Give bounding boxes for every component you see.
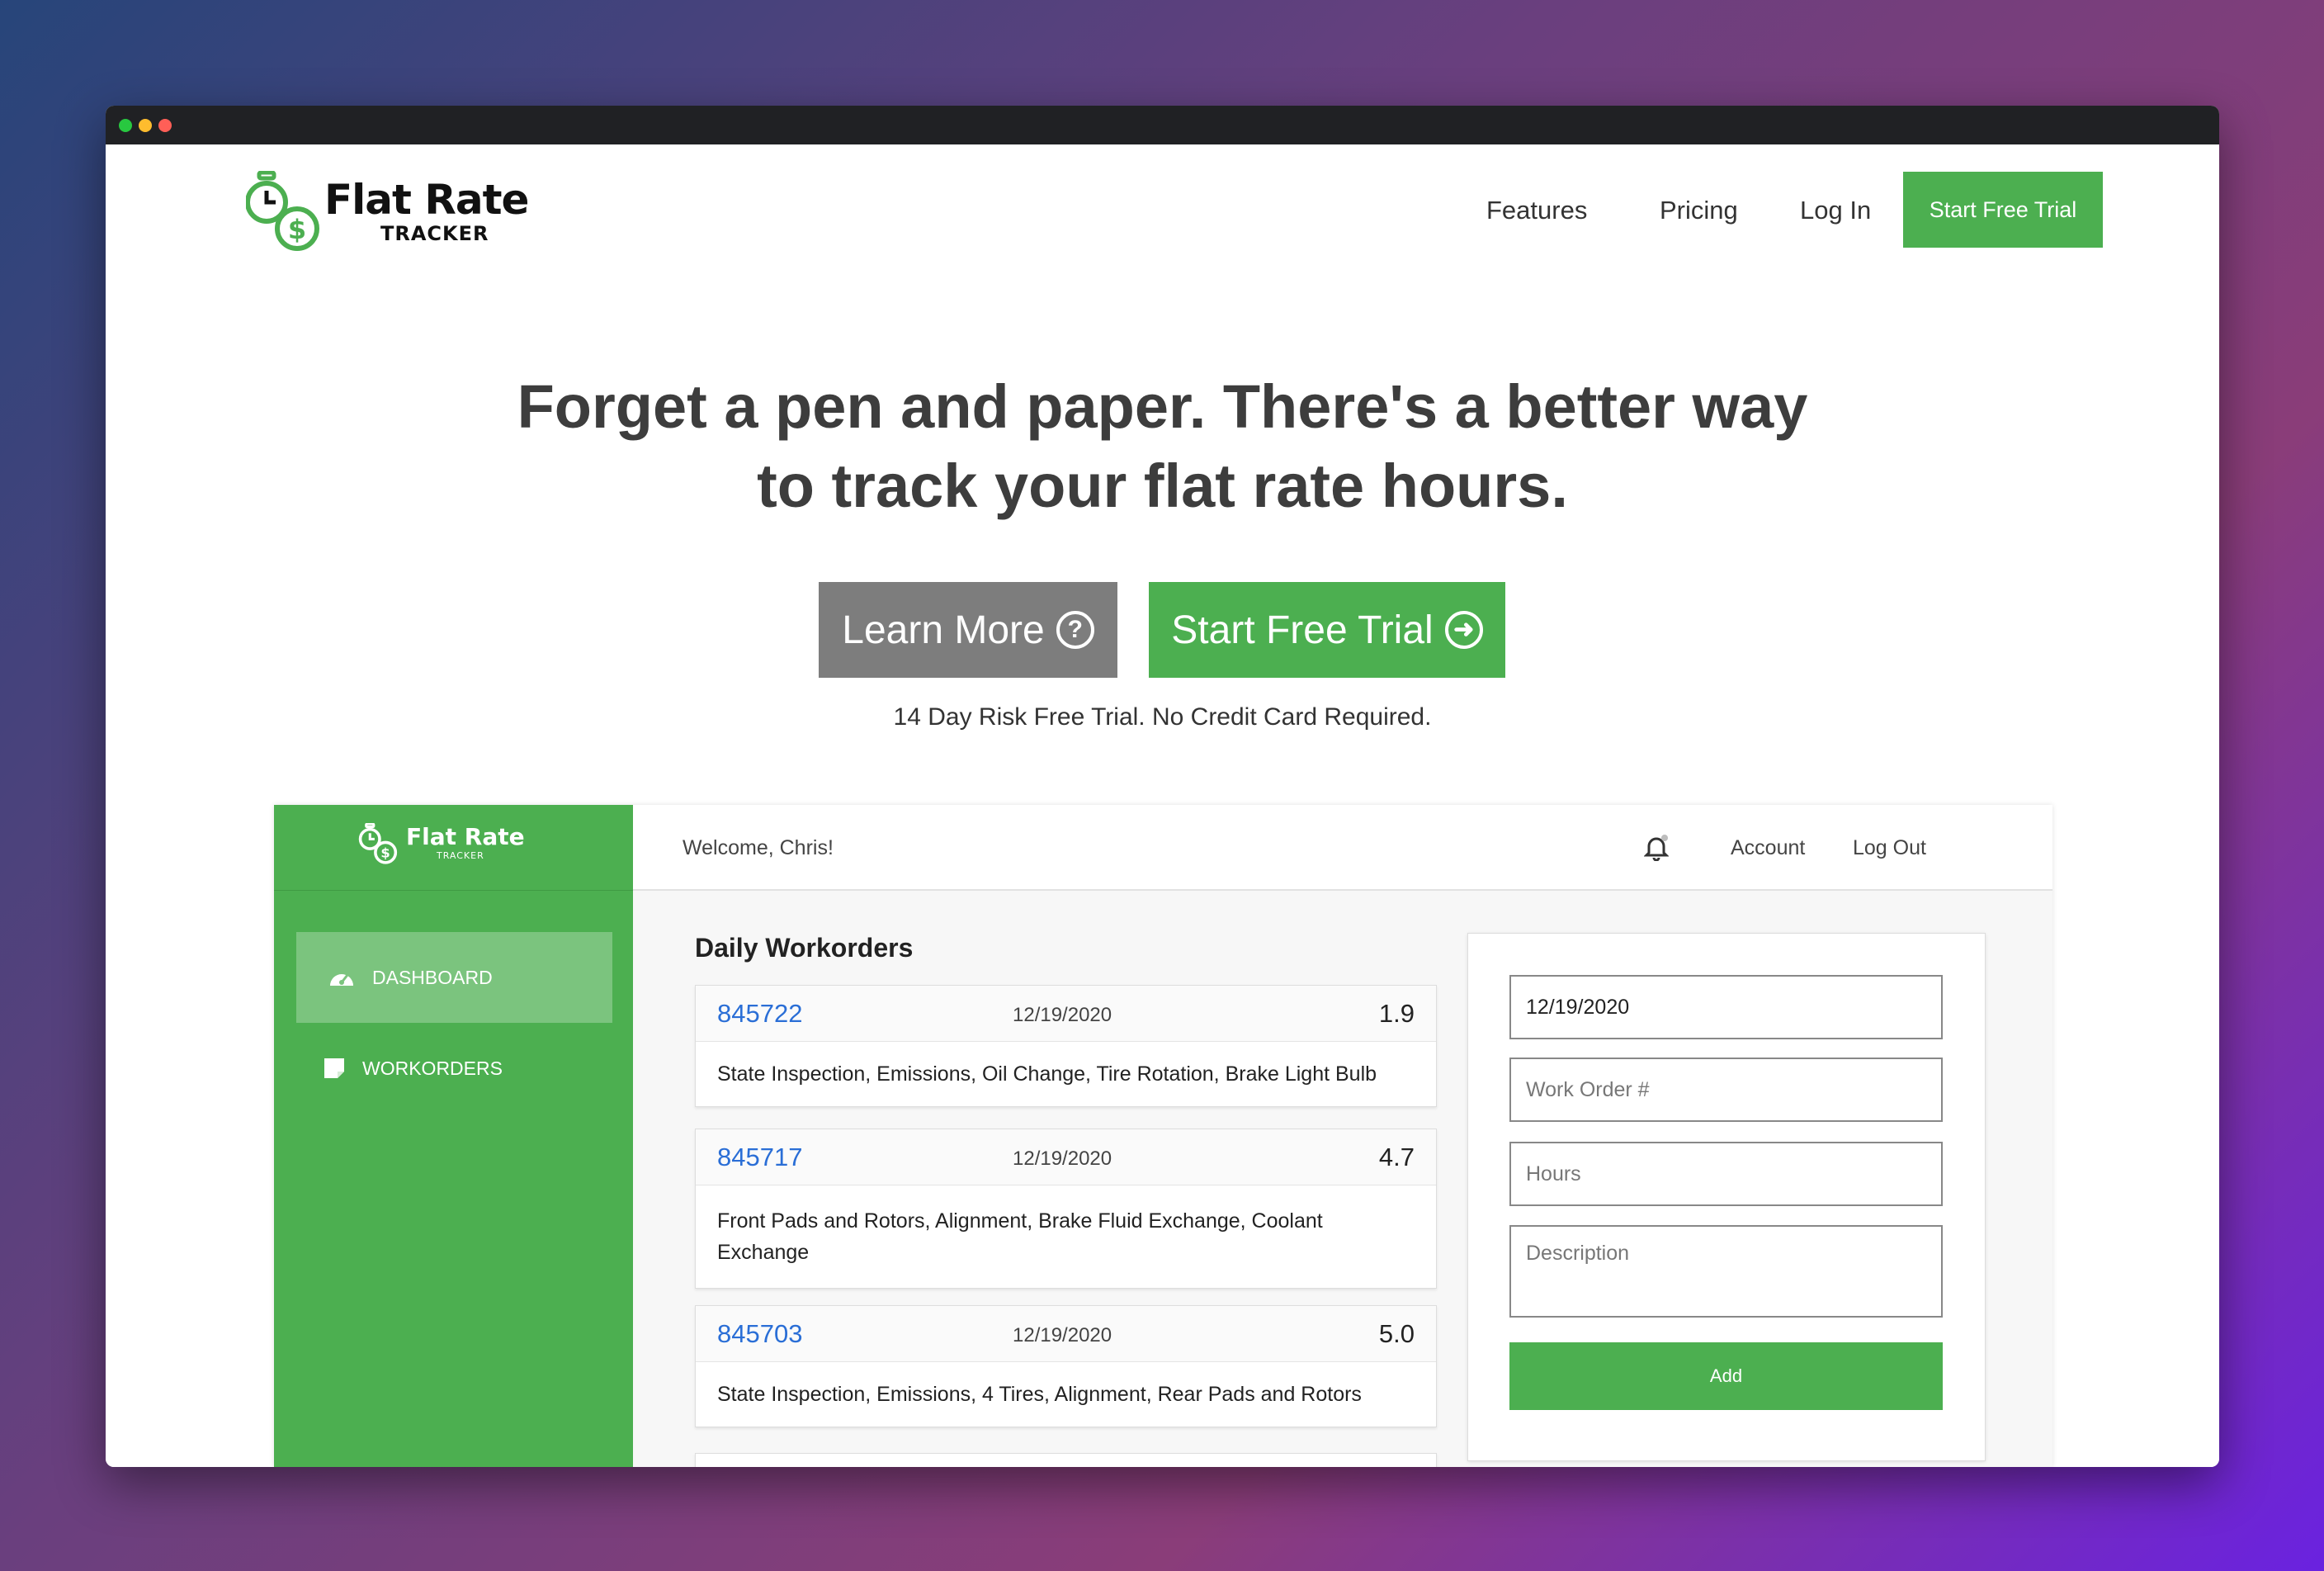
- window-yellow-dot[interactable]: [139, 118, 152, 132]
- sidebar-item-workorders[interactable]: WORKORDERS: [296, 1023, 612, 1114]
- landing-page: $ Flat Rate TRACKER Features Pricing Log…: [106, 144, 2219, 1467]
- welcome-text: Welcome, Chris!: [683, 836, 834, 859]
- date-field[interactable]: [1509, 975, 1943, 1039]
- app-topbar: Welcome, Chris! Account Log Out: [633, 805, 2052, 891]
- stopwatch-dollar-icon: $: [246, 171, 319, 251]
- bell-icon[interactable]: [1643, 835, 1670, 865]
- description-field[interactable]: [1509, 1225, 1943, 1318]
- window-green-dot[interactable]: [119, 118, 132, 132]
- workorder-description: State Inspection, Emissions, 4 Tires, Al…: [717, 1383, 1362, 1406]
- nav-pricing-link[interactable]: Pricing: [1660, 196, 1738, 225]
- logout-link[interactable]: Log Out: [1853, 836, 1926, 860]
- learn-more-label: Learn More: [842, 608, 1045, 652]
- dashboard-gauge-icon: [330, 974, 353, 986]
- workorder-card[interactable]: 845717 12/19/2020 4.7 Front Pads and Rot…: [695, 1129, 1437, 1289]
- workorder-card[interactable]: 845703 12/19/2020 5.0 State Inspection, …: [695, 1305, 1437, 1427]
- app-sidebar-logo[interactable]: $ Flat Rate TRACKER: [274, 805, 633, 891]
- app-stopwatch-dollar-icon: $: [358, 823, 398, 864]
- app-sidebar: $ Flat Rate TRACKER DASHBOARD WORKORDERS: [274, 805, 633, 1467]
- workorder-hours: 1.9: [1378, 999, 1415, 1028]
- workorder-card-partial[interactable]: [695, 1453, 1437, 1467]
- app-logo-title: Flat Rate: [406, 823, 525, 850]
- browser-window: $ Flat Rate TRACKER Features Pricing Log…: [106, 106, 2219, 1467]
- sidebar-item-label: WORKORDERS: [362, 1057, 503, 1079]
- site-logo[interactable]: $ Flat Rate TRACKER: [246, 171, 535, 262]
- workorder-hours: 5.0: [1378, 1319, 1415, 1348]
- hero-start-trial-label: Start Free Trial: [1171, 608, 1434, 652]
- daily-workorders-title: Daily Workorders: [695, 933, 914, 963]
- workorder-date: 12/19/2020: [1013, 1147, 1112, 1170]
- workorder-hours: 4.7: [1378, 1143, 1415, 1171]
- workorder-card-header: 845722 12/19/2020 1.9: [696, 986, 1436, 1042]
- work-order-field[interactable]: [1509, 1058, 1943, 1122]
- hero-title: Forget a pen and paper. There's a better…: [106, 367, 2219, 526]
- browser-titlebar: [106, 106, 2219, 144]
- add-workorder-form: Add: [1467, 933, 1986, 1461]
- learn-more-button[interactable]: Learn More ?: [819, 582, 1117, 678]
- workorder-date: 12/19/2020: [1013, 1004, 1112, 1026]
- workorder-date: 12/19/2020: [1013, 1324, 1112, 1346]
- question-circle-icon: ?: [1056, 611, 1094, 649]
- account-link[interactable]: Account: [1731, 836, 1805, 860]
- hero-start-trial-button[interactable]: Start Free Trial ➜: [1149, 582, 1505, 678]
- workorder-number-link[interactable]: 845717: [717, 1143, 802, 1172]
- hours-field[interactable]: [1509, 1142, 1943, 1206]
- workorder-description: Front Pads and Rotors, Alignment, Brake …: [717, 1209, 1323, 1264]
- app-preview: $ Flat Rate TRACKER DASHBOARD WORKORDERS…: [274, 805, 2052, 1467]
- trial-note: 14 Day Risk Free Trial. No Credit Card R…: [893, 703, 1432, 731]
- hero-title-line-1: Forget a pen and paper. There's a better…: [517, 372, 1808, 441]
- workorder-card-header: 845717 12/19/2020 4.7: [696, 1129, 1436, 1185]
- workorder-number-link[interactable]: 845703: [717, 1319, 802, 1349]
- nav-login-link[interactable]: Log In: [1800, 196, 1871, 225]
- note-icon: [324, 1058, 344, 1078]
- arrow-right-circle-icon: ➜: [1444, 611, 1483, 649]
- sidebar-item-dashboard[interactable]: DASHBOARD: [296, 932, 612, 1023]
- workorder-number-link[interactable]: 845722: [717, 999, 802, 1029]
- nav-features-link[interactable]: Features: [1486, 196, 1587, 225]
- workorder-card[interactable]: 845722 12/19/2020 1.9 State Inspection, …: [695, 985, 1437, 1107]
- window-red-dot[interactable]: [158, 118, 172, 132]
- logo-subtitle: TRACKER: [380, 222, 489, 245]
- sidebar-item-label: DASHBOARD: [372, 966, 493, 988]
- hero-title-line-2: to track your flat rate hours.: [757, 452, 1568, 520]
- svg-text:$: $: [288, 214, 306, 245]
- nav-start-trial-button[interactable]: Start Free Trial: [1903, 172, 2103, 248]
- add-workorder-button[interactable]: Add: [1509, 1342, 1943, 1410]
- app-logo-subtitle: TRACKER: [437, 850, 484, 861]
- workorder-description: State Inspection, Emissions, Oil Change,…: [717, 1062, 1377, 1086]
- logo-title: Flat Rate: [324, 176, 529, 224]
- workorder-card-header: 845703 12/19/2020 5.0: [696, 1306, 1436, 1362]
- svg-text:$: $: [380, 845, 390, 861]
